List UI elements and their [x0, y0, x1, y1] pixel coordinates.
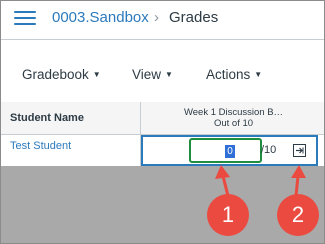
header-divider [1, 39, 324, 40]
view-menu[interactable]: View ▼ [132, 67, 173, 82]
student-name-column-header[interactable]: Student Name [1, 102, 141, 135]
caret-down-icon: ▼ [254, 70, 263, 79]
grade-input-box[interactable] [189, 138, 262, 163]
grade-input[interactable] [225, 145, 235, 158]
gradebook-grid: Student Name Week 1 Discussion B… Out of… [1, 102, 324, 166]
student-name-link[interactable]: Test Student [10, 140, 71, 152]
actions-menu-label: Actions [206, 67, 251, 82]
caret-down-icon: ▼ [92, 70, 101, 79]
open-grade-detail-tray-icon[interactable] [293, 144, 306, 157]
grade-cell[interactable]: /10 [141, 135, 318, 166]
hamburger-menu-icon[interactable] [14, 10, 36, 26]
caret-down-icon: ▼ [165, 70, 173, 79]
empty-grid-area [1, 166, 324, 243]
breadcrumb-course[interactable]: 0003.Sandbox [52, 9, 149, 26]
view-menu-label: View [132, 67, 162, 82]
assignment-points: Out of 10 [213, 118, 254, 129]
assignment-column-header[interactable]: Week 1 Discussion B… Out of 10 [141, 102, 324, 135]
breadcrumb-separator-icon: › [154, 9, 159, 26]
top-bar: 0003.Sandbox › Grades [1, 1, 324, 39]
assignment-title: Week 1 Discussion B… [183, 107, 284, 118]
actions-menu[interactable]: Actions ▼ [206, 67, 262, 82]
gradebook-toolbar: Gradebook ▼ View ▼ Actions ▼ [1, 67, 324, 87]
student-name-header-label: Student Name [10, 112, 84, 124]
points-possible: /10 [261, 144, 277, 156]
gradebook-menu[interactable]: Gradebook ▼ [22, 67, 101, 82]
breadcrumb-page: Grades [169, 9, 219, 26]
student-cell: Test Student [1, 135, 141, 166]
screenshot-frame: 0003.Sandbox › Grades Gradebook ▼ View ▼ A… [0, 0, 325, 244]
gradebook-menu-label: Gradebook [22, 67, 89, 82]
